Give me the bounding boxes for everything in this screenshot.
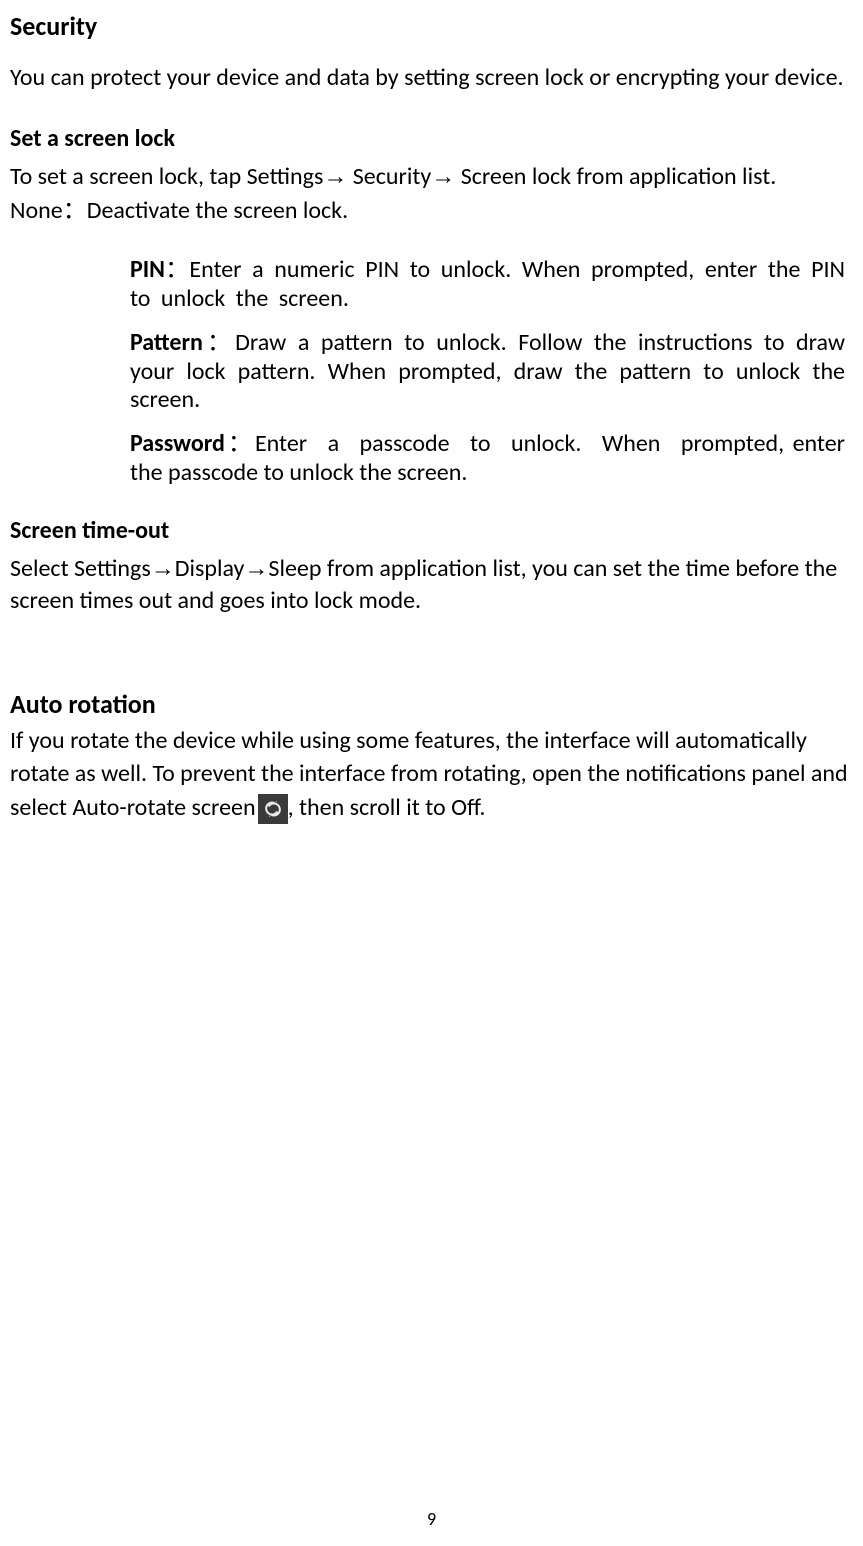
timeout-text: Select Settings→Display→Sleep from appli…	[10, 553, 853, 618]
timeout-prefix: Select Settings	[10, 554, 151, 583]
pin-item: PIN：Enter a numeric PIN to unlock. When …	[130, 255, 845, 314]
screen-lock-path: To set a screen lock, tap Settings→ Secu…	[10, 161, 853, 193]
rotation-part2: , then scroll it to Off.	[288, 793, 486, 822]
lock-options-list: PIN：Enter a numeric PIN to unlock. When …	[130, 255, 845, 488]
arrow-icon: →	[151, 555, 175, 582]
security-heading: Security	[10, 10, 853, 42]
colon-sep: ：	[63, 196, 87, 224]
colon-sep: ：	[203, 328, 235, 356]
pattern-desc: Draw a pattern to unlock. Follow the ins…	[130, 328, 845, 415]
password-desc-1: Enter a passcode to unlock. When prompte…	[255, 429, 784, 458]
none-item: None：Deactivate the screen lock.	[10, 194, 853, 227]
auto-rotate-icon	[258, 794, 288, 824]
pin-label: PIN	[130, 255, 165, 284]
arrow-icon: →	[431, 163, 455, 190]
password-item: Password：Enter a passcode to unlock. Whe…	[130, 429, 845, 488]
colon-sep: ：	[165, 255, 189, 283]
none-label: None	[10, 196, 63, 225]
page-number: 9	[0, 1508, 863, 1530]
arrow-icon: →	[323, 163, 347, 190]
auto-rotation-heading: Auto rotation	[10, 688, 853, 720]
arrow-icon: →	[244, 555, 268, 582]
colon-sep: ：	[225, 429, 255, 457]
timeout-display: Display	[175, 554, 245, 583]
pin-desc: Enter a numeric PIN to unlock. When prom…	[130, 255, 845, 313]
path-security: Security	[347, 162, 431, 191]
password-label: Password	[130, 429, 225, 458]
path-screenlock: Screen lock from application list.	[455, 162, 776, 191]
timeout-section: Screen time-out Select Settings→Display→…	[10, 516, 853, 618]
auto-rotation-text: If you rotate the device while using som…	[10, 724, 853, 825]
security-intro: You can protect your device and data by …	[10, 62, 853, 94]
pattern-item: Pattern：Draw a pattern to unlock. Follow…	[130, 328, 845, 415]
none-desc: Deactivate the screen lock.	[87, 196, 348, 225]
pattern-label: Pattern	[130, 328, 203, 357]
timeout-heading: Screen time-out	[10, 516, 853, 545]
screen-lock-heading: Set a screen lock	[10, 124, 853, 153]
path-prefix: To set a screen lock, tap Settings	[10, 162, 323, 191]
